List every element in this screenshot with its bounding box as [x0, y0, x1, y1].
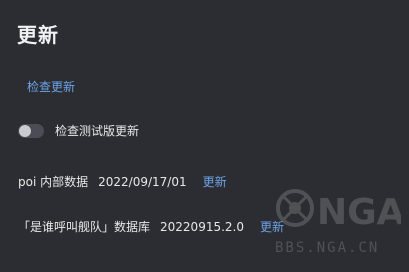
poi-data-version: 2022/09/17/01 [98, 174, 187, 189]
poi-data-name: poi 内部数据 [18, 175, 89, 189]
check-update-button[interactable]: 检查更新 [27, 78, 75, 95]
update-settings-panel: 更新 检查更新 检查测试版更新 poi 内部数据 2022/09/17/01 更… [0, 0, 409, 272]
watermark-url: BBS.NGA.CN [275, 240, 380, 256]
nga-watermark: NGA BBS.NGA.CN [273, 184, 403, 266]
beta-update-label: 检查测试版更新 [55, 124, 140, 138]
poi-data-update-button[interactable]: 更新 [203, 173, 227, 190]
poi-data-row: poi 内部数据 2022/09/17/01 更新 [18, 173, 227, 190]
who-called-db-name: 「是谁呼叫舰队」数据库 [18, 220, 151, 234]
beta-update-row: 检查测试版更新 [18, 122, 139, 139]
toggle-knob [19, 124, 31, 137]
logo-wordmark: NGA [317, 192, 401, 233]
page-title: 更新 [17, 23, 59, 47]
beta-update-toggle[interactable] [18, 123, 44, 138]
nga-logo-icon: NGA [276, 189, 401, 233]
who-called-db-row: 「是谁呼叫舰队」数据库 20220915.2.0 更新 [18, 218, 284, 235]
who-called-db-version: 20220915.2.0 [160, 219, 244, 234]
